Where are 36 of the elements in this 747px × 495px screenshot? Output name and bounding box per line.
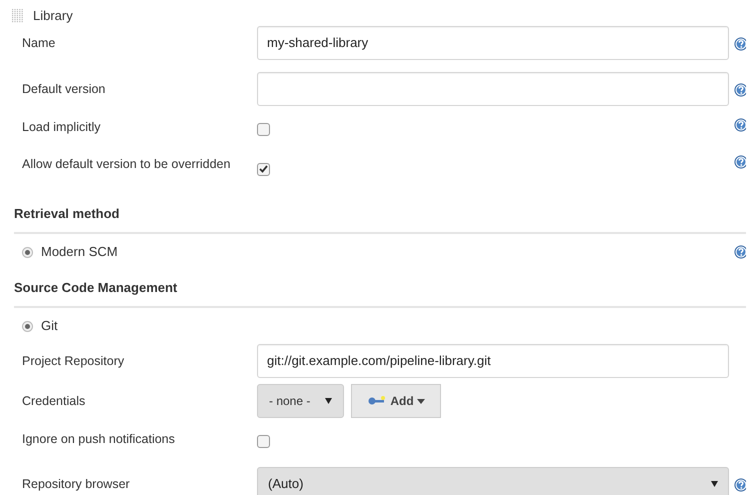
radio-button[interactable] (22, 320, 33, 332)
help-icon[interactable] (734, 245, 746, 259)
radio-button[interactable] (22, 246, 33, 258)
field-label: Load implicitly (22, 119, 101, 136)
radio-label: Git (41, 317, 58, 336)
check-icon (259, 165, 268, 173)
help-icon[interactable] (734, 155, 746, 169)
caret-icon (711, 481, 718, 487)
help-icon[interactable] (734, 118, 746, 132)
drag-handle-icon[interactable] (12, 9, 24, 23)
field-label: Repository browser (22, 476, 130, 493)
section-heading: Source Code Management (14, 280, 178, 295)
help-icon[interactable] (734, 83, 746, 97)
field-label: Project Repository (22, 353, 124, 370)
checkbox[interactable] (257, 435, 270, 448)
repository-browser-select[interactable]: (Auto) (257, 467, 729, 495)
key-icon (367, 396, 388, 406)
checkbox[interactable] (257, 162, 270, 176)
section-title: Library (33, 7, 73, 26)
text-field[interactable]: my-shared-library (257, 26, 729, 60)
section-heading: Retrieval method (14, 206, 120, 221)
credentials-select[interactable]: - none - (257, 384, 344, 418)
text-field[interactable]: git://git.example.com/pipeline-library.git (257, 344, 729, 378)
radio-label: Modern SCM (41, 243, 118, 262)
field-label: Name (22, 35, 56, 52)
caret-icon (325, 398, 332, 404)
text-field[interactable] (257, 72, 729, 106)
help-icon[interactable] (734, 37, 746, 51)
checkbox[interactable] (257, 123, 270, 136)
help-icon[interactable] (734, 478, 746, 492)
caret-icon (416, 398, 425, 404)
field-label: Ignore on push notifications (22, 431, 175, 448)
field-label: Credentials (22, 393, 86, 410)
add-button[interactable]: Add (351, 384, 441, 418)
field-label: Default version (22, 81, 106, 98)
field-label: Allow default version to be overridden (22, 156, 230, 173)
